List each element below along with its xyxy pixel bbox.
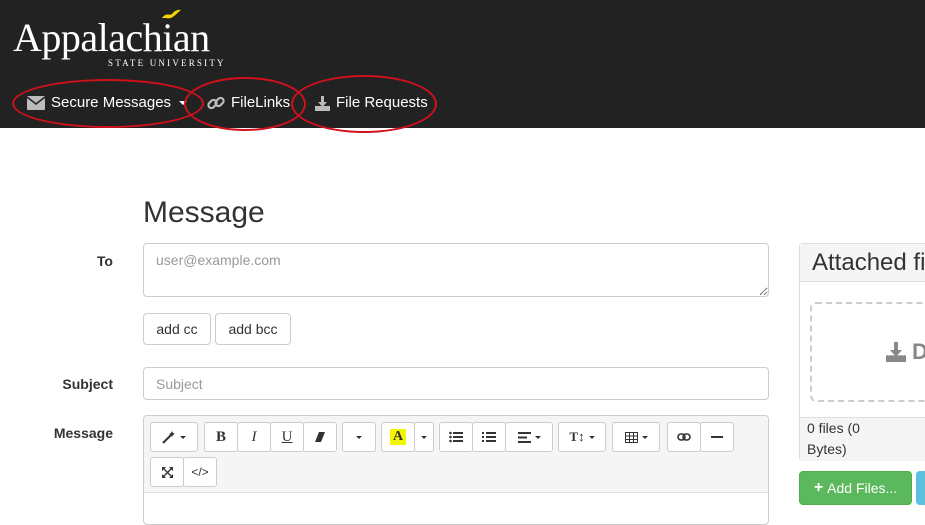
download-icon	[315, 95, 330, 111]
link-icon	[677, 433, 691, 441]
download-icon	[886, 342, 906, 362]
top-navbar: Appalachian STATE UNIVERSITY Secure Mess…	[0, 0, 925, 133]
upload-button[interactable]	[916, 471, 925, 505]
message-label: Message	[53, 425, 113, 441]
color-dropdown-button[interactable]	[414, 422, 434, 452]
add-cc-button[interactable]: add cc	[143, 313, 211, 345]
nav-file-requests[interactable]: File Requests	[315, 90, 428, 116]
chevron-down-icon	[179, 101, 188, 105]
code-view-button[interactable]: </>	[183, 457, 217, 487]
unordered-list-button[interactable]	[439, 422, 473, 452]
paragraph-align-button[interactable]	[505, 422, 553, 452]
subject-label: Subject	[62, 376, 113, 392]
line-height-button[interactable]: T↕	[558, 422, 606, 452]
file-dropzone[interactable]: D	[810, 302, 925, 402]
ordered-list-button[interactable]	[472, 422, 506, 452]
numbered-list-icon	[482, 432, 496, 442]
attached-files-header: Attached files	[800, 244, 925, 282]
nav-secure-messages-label: Secure Messages	[51, 94, 172, 111]
highlight-color-button[interactable]: A	[381, 422, 415, 452]
page-title: Message	[143, 196, 265, 229]
dropzone-label: D	[912, 339, 925, 364]
magic-wand-icon	[162, 431, 175, 444]
bold-button[interactable]: B	[204, 422, 238, 452]
chevron-down-icon	[534, 435, 541, 439]
underline-button[interactable]: U	[270, 422, 304, 452]
chevron-down-icon	[641, 435, 648, 439]
eraser-icon	[315, 432, 325, 442]
file-count-line: 0 files (0	[807, 420, 860, 436]
chevron-down-icon	[180, 435, 186, 439]
minus-icon	[711, 436, 723, 438]
attached-files-panel: Attached files D 0 files (0 Bytes)	[799, 243, 925, 461]
bullet-list-icon	[449, 431, 463, 443]
message-editor: B I U A T↕ </>	[143, 415, 769, 525]
chevron-down-icon	[588, 435, 595, 439]
add-bcc-button[interactable]: add bcc	[215, 313, 291, 345]
nav-file-requests-label: File Requests	[336, 94, 428, 111]
table-icon	[624, 431, 638, 443]
clear-format-button[interactable]	[303, 422, 337, 452]
bird-logo-icon	[162, 9, 181, 19]
align-left-icon	[517, 431, 531, 443]
horizontal-rule-button[interactable]	[700, 422, 734, 452]
link-icon	[207, 96, 225, 110]
expand-icon	[161, 466, 173, 478]
font-size-dropdown[interactable]	[342, 422, 376, 452]
to-field[interactable]	[143, 243, 769, 297]
style-magic-button[interactable]	[150, 422, 198, 452]
chevron-down-icon	[356, 435, 362, 439]
file-count-status: 0 files (0 Bytes)	[800, 417, 925, 461]
nav-filelinks[interactable]: FileLinks	[207, 90, 290, 116]
plus-icon: +	[813, 479, 824, 496]
insert-link-button[interactable]	[667, 422, 701, 452]
add-files-label: Add Files...	[827, 480, 898, 496]
to-label: To	[96, 253, 113, 269]
nav-secure-messages[interactable]: Secure Messages	[27, 90, 188, 116]
highlight-a-icon: A	[389, 429, 407, 445]
file-bytes-line: Bytes)	[807, 441, 847, 457]
editor-toolbar: B I U A T↕ </>	[144, 416, 768, 493]
text-height-icon: T↕	[569, 429, 585, 444]
add-files-button[interactable]: + Add Files...	[799, 471, 912, 505]
subject-input[interactable]	[143, 367, 769, 400]
table-button[interactable]	[612, 422, 660, 452]
fullscreen-button[interactable]	[150, 457, 184, 487]
brand-tagline: STATE UNIVERSITY	[108, 58, 226, 68]
nav-filelinks-label: FileLinks	[231, 94, 291, 111]
envelope-icon	[27, 96, 45, 110]
chevron-down-icon	[421, 435, 427, 439]
italic-button[interactable]: I	[237, 422, 271, 452]
